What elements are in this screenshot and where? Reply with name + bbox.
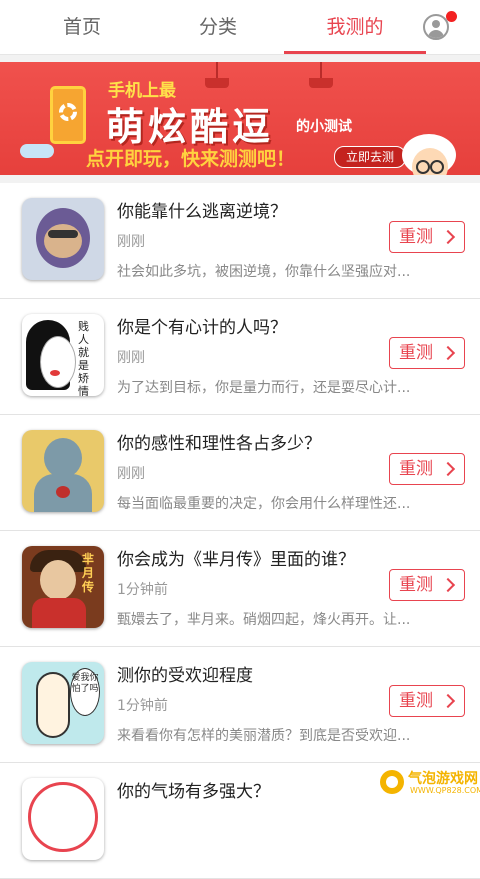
test-thumbnail	[22, 430, 104, 512]
active-tab-underline	[284, 51, 426, 54]
test-description: 为了达到目标，你是量力而行，还是耍尽心计...	[117, 380, 411, 396]
lamp-shade-icon	[205, 78, 229, 88]
retest-button[interactable]: 重测	[389, 337, 465, 369]
watermark-url: WWW.QP828.COM	[410, 786, 480, 795]
test-title: 测你的受欢迎程度	[117, 666, 253, 686]
tab-category[interactable]: 分类	[153, 0, 283, 54]
bubble-logo-icon	[380, 770, 404, 794]
gear-icon	[59, 103, 77, 121]
retest-button[interactable]: 重测	[389, 685, 465, 717]
retest-label: 重测	[399, 227, 433, 247]
test-description: 每当面临最重要的决定，你会用什么样理性还...	[117, 496, 411, 512]
list-item[interactable]: 芈月传 你会成为《芈月传》里面的谁？ 1分钟前 甄嬛去了，芈月来。硝烟四起，烽火…	[0, 531, 480, 647]
top-tab-bar: 首页 分类 我测的	[0, 0, 480, 55]
chevron-right-icon	[440, 229, 456, 245]
retest-button[interactable]: 重测	[389, 569, 465, 601]
test-description: 甄嬛去了，芈月来。硝烟四起，烽火再开。让...	[117, 612, 411, 628]
professor-illustration	[402, 134, 474, 175]
test-title: 你会成为《芈月传》里面的谁？	[117, 550, 355, 570]
chevron-right-icon	[440, 461, 456, 477]
list-item[interactable]: 你的感性和理性各占多少？ 刚刚 每当面临最重要的决定，你会用什么样理性还... …	[0, 415, 480, 531]
thumbnail-caption: 爱我你怕了吗	[70, 668, 100, 716]
test-time: 刚刚	[117, 234, 145, 250]
banner-go-test-button[interactable]: 立即去测	[334, 146, 406, 168]
test-description: 来看看你有怎样的美丽潜质？到底是否受欢迎...	[117, 728, 411, 744]
tab-home[interactable]: 首页	[17, 0, 147, 54]
test-time: 刚刚	[117, 466, 145, 482]
test-thumbnail: 芈月传	[22, 546, 104, 628]
lamp-shade-icon	[309, 78, 333, 88]
cloud-icon	[20, 144, 54, 158]
banner-line2-suffix: 的小测试	[296, 119, 352, 135]
user-avatar-icon[interactable]	[423, 14, 449, 40]
test-thumbnail: 爱我你怕了吗	[22, 662, 104, 744]
thumbnail-caption: 芈月传	[82, 552, 95, 594]
retest-button[interactable]: 重测	[389, 453, 465, 485]
phone-icon	[50, 86, 86, 144]
test-time: 1分钟前	[117, 698, 168, 714]
list-item[interactable]: 爱我你怕了吗 测你的受欢迎程度 1分钟前 来看看你有怎样的美丽潜质？到底是否受欢…	[0, 647, 480, 763]
test-time: 1分钟前	[117, 582, 168, 598]
test-thumbnail: 贱人就是矫情	[22, 314, 104, 396]
test-time: 刚刚	[117, 350, 145, 366]
tab-my-tests[interactable]: 我测的	[284, 0, 426, 54]
chevron-right-icon	[440, 345, 456, 361]
chevron-right-icon	[440, 577, 456, 593]
test-thumbnail	[22, 198, 104, 280]
chevron-right-icon	[440, 693, 456, 709]
test-title: 你是个有心计的人吗？	[117, 318, 287, 338]
test-thumbnail	[22, 778, 104, 860]
retest-label: 重测	[399, 575, 433, 595]
test-description: 社会如此多坑，被困逆境，你靠什么坚强应对...	[117, 264, 411, 280]
retest-label: 重测	[399, 459, 433, 479]
test-title: 你的感性和理性各占多少？	[117, 434, 321, 454]
promo-banner[interactable]: 手机上最 萌炫酷逗 的小测试 点开即玩，快来测测吧！ 立即去测	[0, 62, 480, 175]
notification-dot	[446, 11, 457, 22]
retest-button[interactable]: 重测	[389, 221, 465, 253]
thumbnail-caption: 贱人就是矫情	[78, 320, 89, 396]
watermark-name: 气泡游戏网	[408, 771, 478, 787]
banner-line2: 萌炫酷逗	[106, 105, 275, 149]
retest-label: 重测	[399, 691, 433, 711]
tab-my-tests-label: 我测的	[326, 16, 384, 38]
test-title: 你能靠什么逃离逆境？	[117, 202, 287, 222]
site-watermark: 气泡游戏网 WWW.QP828.COM	[378, 768, 480, 798]
list-item[interactable]: 你能靠什么逃离逆境？ 刚刚 社会如此多坑，被困逆境，你靠什么坚强应对... 重测	[0, 183, 480, 299]
banner-line3: 点开即玩，快来测测吧！	[86, 148, 296, 170]
retest-label: 重测	[399, 343, 433, 363]
list-item[interactable]: 贱人就是矫情 你是个有心计的人吗？ 刚刚 为了达到目标，你是量力而行，还是耍尽心…	[0, 299, 480, 415]
test-title: 你的气场有多强大？	[117, 782, 270, 802]
